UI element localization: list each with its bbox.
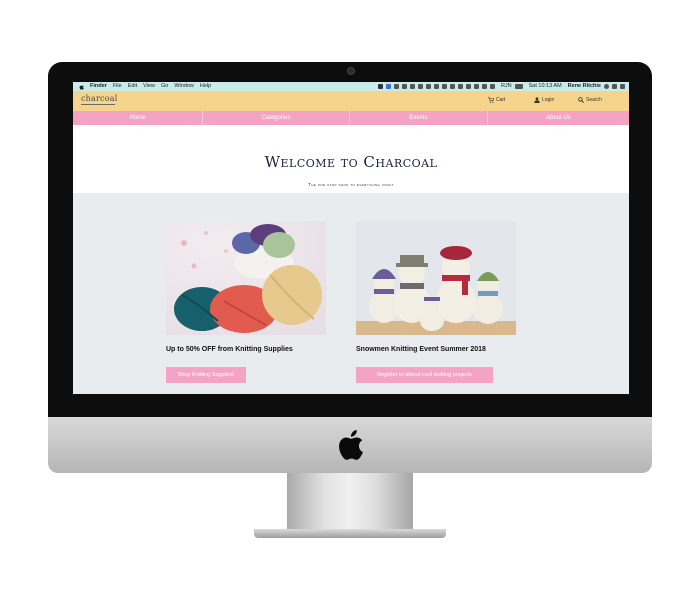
tray-app-icon[interactable] [385, 84, 391, 89]
nav-categories[interactable]: Categories [203, 111, 350, 125]
menu-view[interactable]: View [143, 82, 155, 91]
tray-app-icon[interactable] [377, 84, 383, 89]
register-event-button[interactable]: Register to attend cool knitting project… [356, 367, 493, 383]
tray-app-icon[interactable] [441, 84, 447, 89]
cart-label: Cart [496, 97, 506, 103]
wifi-icon[interactable] [481, 84, 487, 89]
menubar-tray: RJN Sat 10:13 AM Rene Ritchie [375, 82, 625, 91]
imac-foot [254, 529, 446, 538]
search-link[interactable]: Search [578, 97, 602, 103]
menubar-clock[interactable]: Sat 10:13 AM [529, 82, 562, 91]
tray-app-icon[interactable] [401, 84, 407, 89]
knitting-supplies-image[interactable] [166, 221, 326, 335]
menu-edit[interactable]: Edit [128, 82, 137, 91]
cart-link[interactable]: Cart [488, 97, 505, 103]
nav-about-us[interactable]: About Us [488, 111, 629, 125]
siri-icon[interactable] [612, 84, 617, 89]
search-icon [578, 97, 584, 103]
menu-window[interactable]: Window [174, 82, 194, 91]
shop-knitting-supplies-button[interactable]: Shop Knitting Supplies! [166, 367, 246, 383]
tray-app-icon[interactable] [433, 84, 439, 89]
menu-help[interactable]: Help [200, 82, 211, 91]
site-nav: Home Categories Events About Us [73, 111, 629, 125]
user-icon [534, 97, 540, 103]
tray-app-icon[interactable] [417, 84, 423, 89]
apple-logo-icon [339, 430, 363, 460]
page-title: Welcome to Charcoal [264, 153, 438, 171]
page-subtitle: The one stop shop to everything craft [308, 182, 394, 187]
apple-menu-icon[interactable] [79, 84, 84, 90]
menubar-user[interactable]: Rene Ritchie [568, 82, 601, 91]
snowmen-event-title: Snowmen Knitting Event Summer 2018 [356, 346, 486, 353]
screen: Finder File Edit View Go Window Help RJN… [73, 82, 629, 394]
mac-menubar: Finder File Edit View Go Window Help RJN… [73, 82, 629, 91]
nav-home[interactable]: Home [73, 111, 203, 125]
menu-go[interactable]: Go [161, 82, 168, 91]
content-section: Up to 50% OFF from Knitting Supplies Sho… [73, 193, 629, 394]
imac-stand [287, 473, 413, 531]
site-header: charcoal Cart Login Search [73, 91, 629, 111]
nav-events[interactable]: Events [350, 111, 488, 125]
tray-app-icon[interactable] [409, 84, 415, 89]
tray-app-icon[interactable] [393, 84, 399, 89]
tray-app-icon[interactable] [473, 84, 479, 89]
search-label: Search [586, 97, 602, 103]
input-language[interactable]: RJN [501, 82, 512, 91]
hero-section: Welcome to Charcoal The one stop shop to… [73, 125, 629, 193]
tray-app-icon[interactable] [465, 84, 471, 89]
camera-icon [347, 67, 355, 75]
menu-finder[interactable]: Finder [90, 82, 107, 91]
volume-icon[interactable] [489, 84, 495, 89]
logo-underline [81, 104, 115, 105]
snowmen-event-image[interactable] [356, 221, 516, 335]
login-link[interactable]: Login [534, 97, 554, 103]
login-label: Login [542, 97, 555, 103]
tray-app-icon[interactable] [449, 84, 455, 89]
notification-center-icon[interactable] [620, 84, 625, 89]
cart-icon [488, 97, 494, 103]
site-logo[interactable]: charcoal [81, 94, 117, 103]
battery-icon[interactable] [514, 84, 523, 89]
menu-file[interactable]: File [113, 82, 122, 91]
spotlight-icon[interactable] [604, 84, 609, 89]
tray-app-icon[interactable] [425, 84, 431, 89]
tray-app-icon[interactable] [457, 84, 463, 89]
knitting-supplies-title: Up to 50% OFF from Knitting Supplies [166, 346, 293, 353]
